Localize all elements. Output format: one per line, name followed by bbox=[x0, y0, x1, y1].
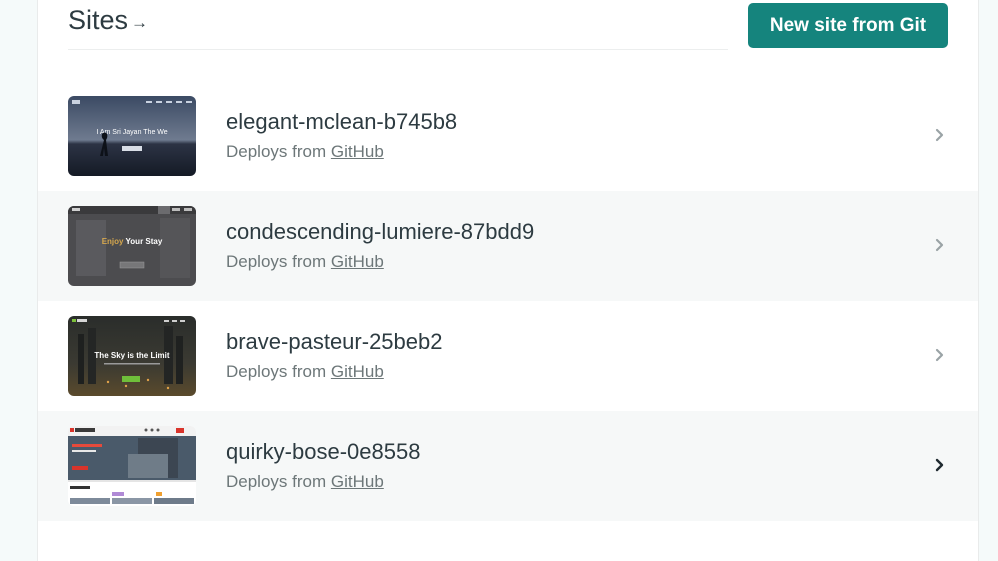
site-name[interactable]: quirky-bose-0e8558 bbox=[226, 439, 420, 465]
page-title-text[interactable]: Sites bbox=[68, 5, 128, 35]
deploys-from-label: Deploys from bbox=[226, 472, 327, 491]
chevron-right-icon[interactable] bbox=[933, 346, 947, 364]
site-name[interactable]: brave-pasteur-25beb2 bbox=[226, 329, 442, 355]
site-deploy-source: Deploys from GitHub bbox=[226, 252, 384, 272]
page-title[interactable]: Sites → bbox=[68, 5, 148, 36]
site-row[interactable]: I Am Sri Jayan The We elegant-mclean-b74… bbox=[38, 81, 978, 191]
site-deploy-source: Deploys from GitHub bbox=[226, 142, 384, 162]
site-row[interactable]: quirky-bose-0e8558 Deploys from GitHub bbox=[38, 411, 978, 521]
site-deploy-source: Deploys from GitHub bbox=[226, 362, 384, 382]
site-row[interactable]: Enjoy Your Stay condescending-lumiere-87… bbox=[38, 191, 978, 301]
arrow-right-icon[interactable]: → bbox=[131, 13, 148, 32]
site-list: I Am Sri Jayan The We elegant-mclean-b74… bbox=[38, 81, 978, 521]
svg-text:Enjoy Your Stay: Enjoy Your Stay bbox=[102, 237, 163, 246]
thumbnail-headline: The Sky is the Limit bbox=[94, 351, 169, 360]
github-link[interactable]: GitHub bbox=[331, 142, 384, 161]
deploys-from-label: Deploys from bbox=[226, 362, 327, 381]
site-name[interactable]: elegant-mclean-b745b8 bbox=[226, 109, 457, 135]
site-name[interactable]: condescending-lumiere-87bdd9 bbox=[226, 219, 534, 245]
sites-header: Sites → bbox=[68, 0, 728, 50]
chevron-right-icon[interactable] bbox=[933, 456, 947, 474]
site-thumbnail: I Am Sri Jayan The We bbox=[68, 96, 196, 176]
site-thumbnail bbox=[68, 426, 196, 506]
deploys-from-label: Deploys from bbox=[226, 142, 327, 161]
chevron-right-icon[interactable] bbox=[933, 236, 947, 254]
github-link[interactable]: GitHub bbox=[331, 472, 384, 491]
thumbnail-headline-accent: Enjoy bbox=[102, 237, 124, 246]
deploys-from-label: Deploys from bbox=[226, 252, 327, 271]
site-deploy-source: Deploys from GitHub bbox=[226, 472, 384, 492]
github-link[interactable]: GitHub bbox=[331, 362, 384, 381]
site-thumbnail: Enjoy Your Stay bbox=[68, 206, 196, 286]
github-link[interactable]: GitHub bbox=[331, 252, 384, 271]
sites-panel: Sites → New site from Git I Am Sri Jayan… bbox=[37, 0, 979, 561]
new-site-from-git-button[interactable]: New site from Git bbox=[748, 3, 948, 48]
chevron-right-icon[interactable] bbox=[933, 126, 947, 144]
site-row[interactable]: The Sky is the Limit brave-pasteur-25beb… bbox=[38, 301, 978, 411]
thumbnail-headline: Your Stay bbox=[126, 237, 163, 246]
site-thumbnail: The Sky is the Limit bbox=[68, 316, 196, 396]
